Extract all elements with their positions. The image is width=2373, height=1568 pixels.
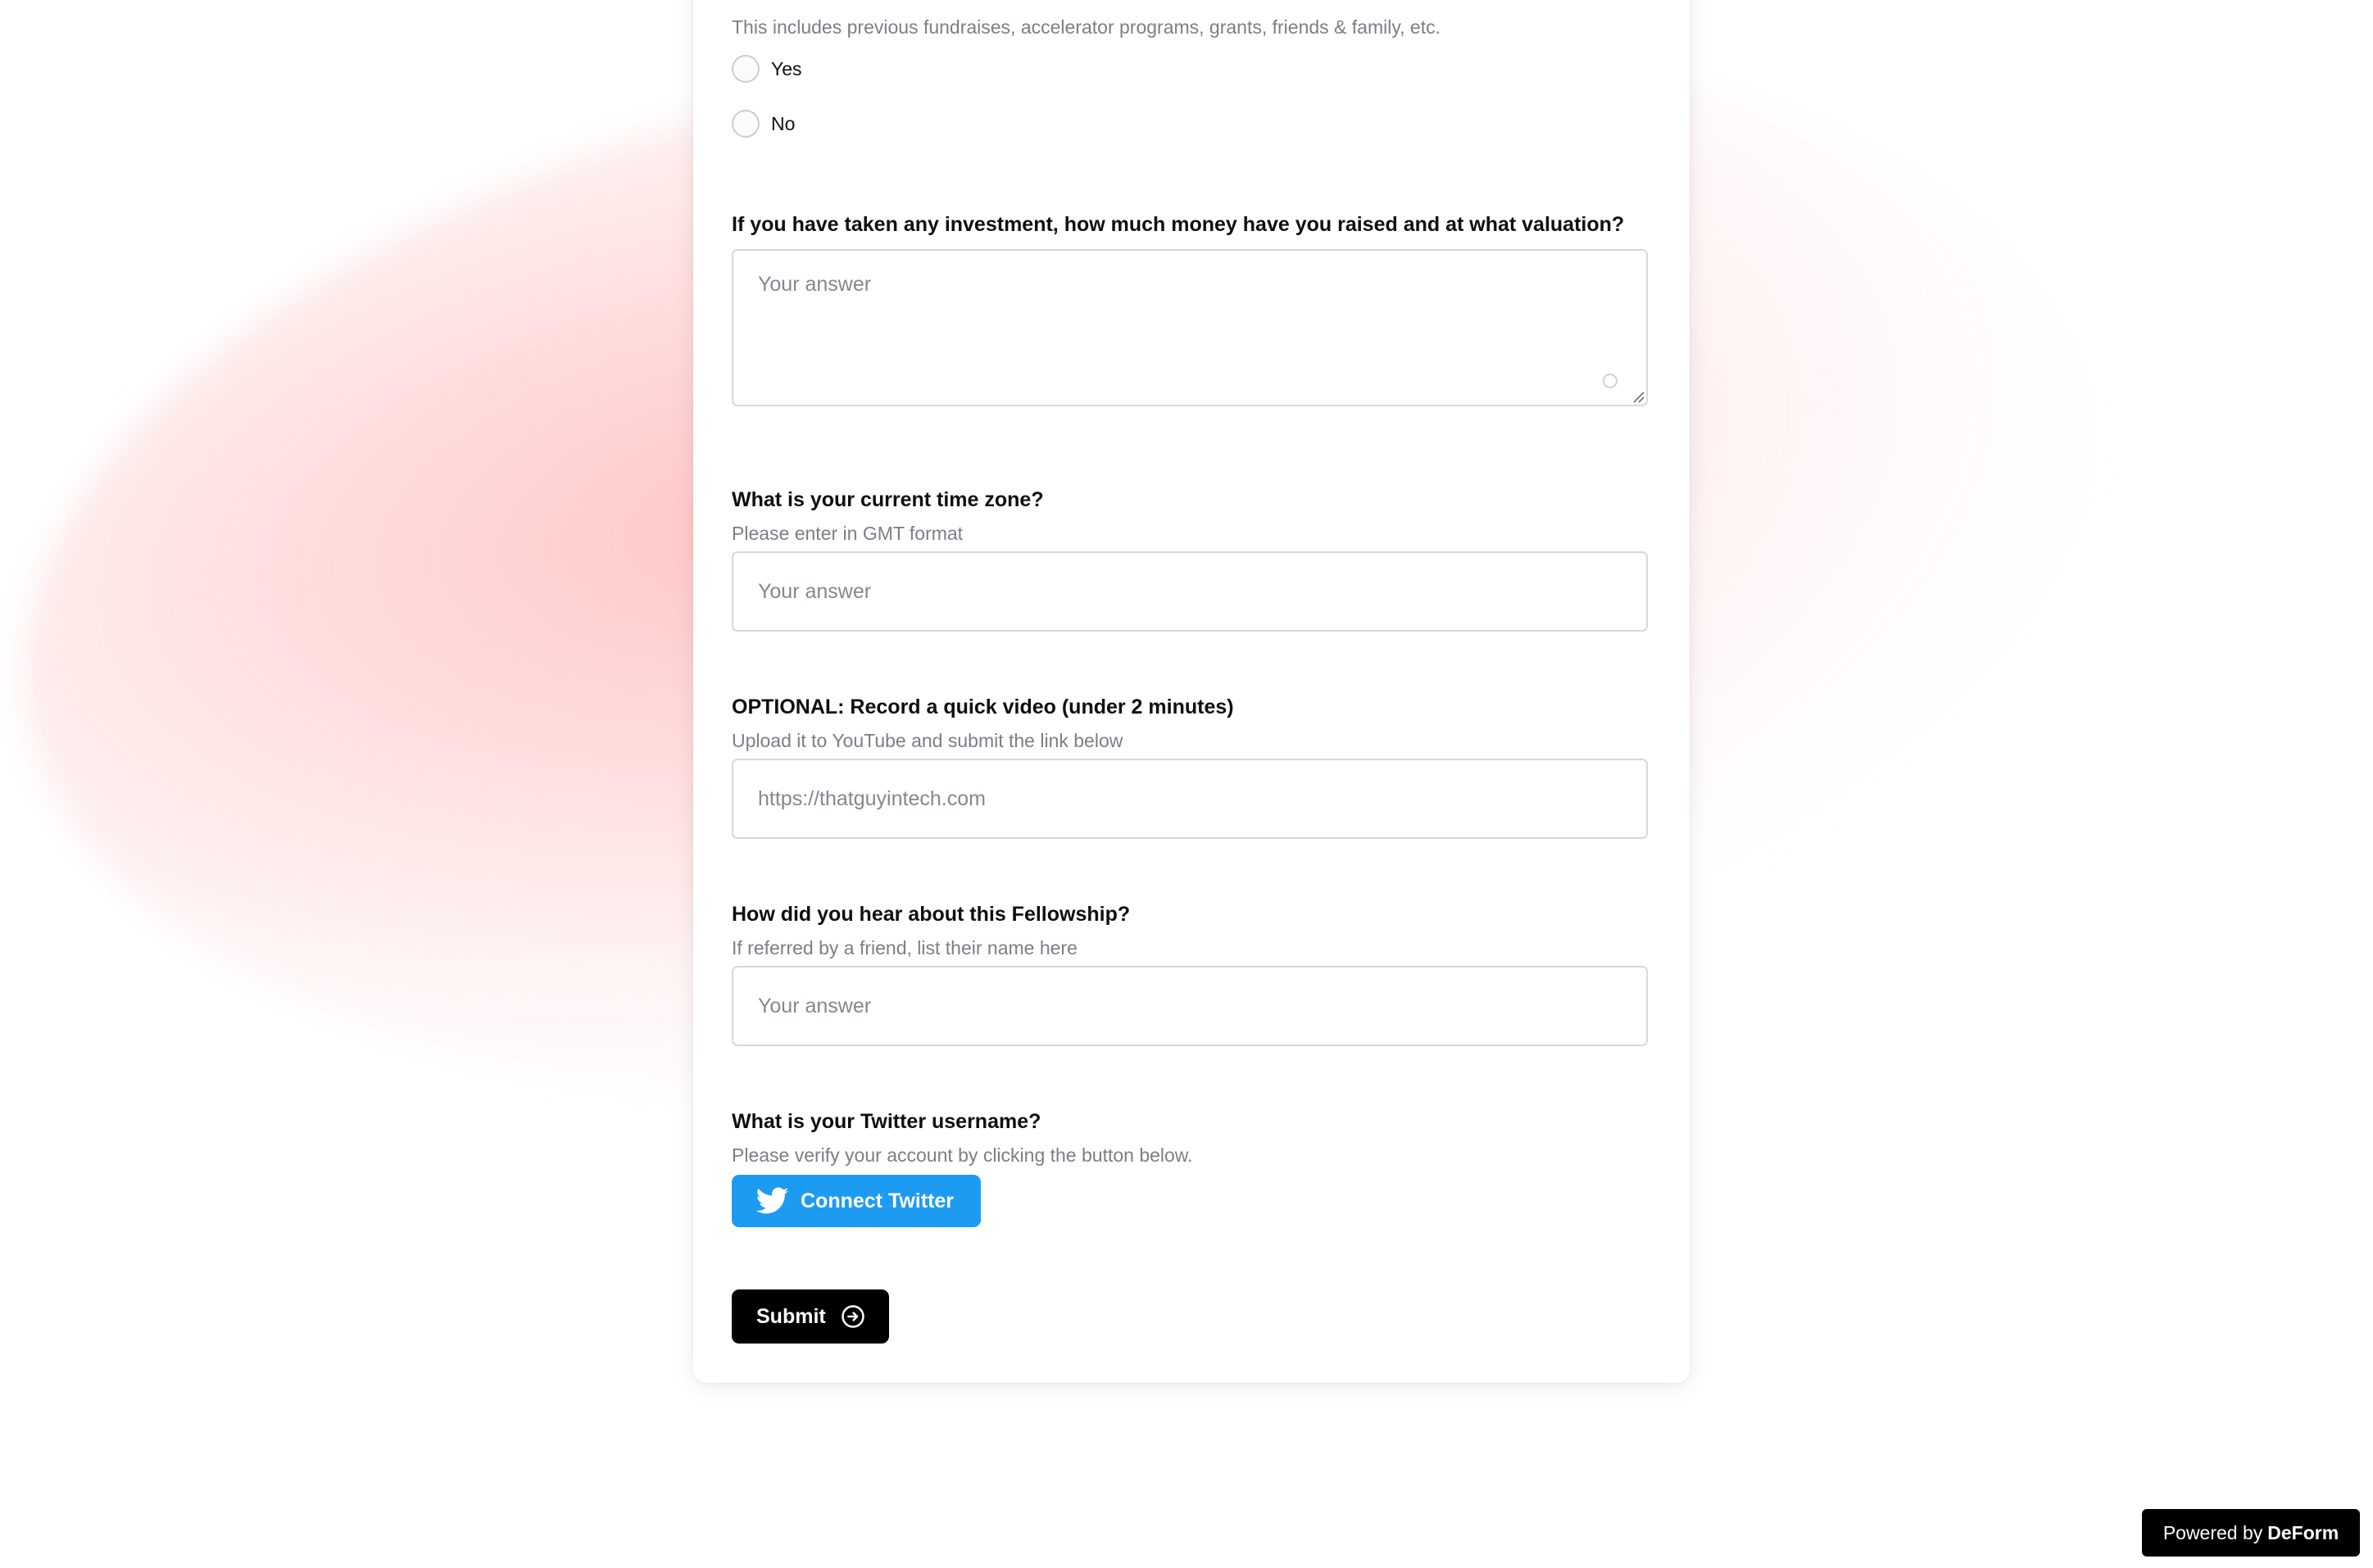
referral-help-text: If referred by a friend, list their name… — [732, 937, 1078, 958]
connect-twitter-label: Connect Twitter — [801, 1189, 955, 1212]
investment-help-text: This includes previous fundraises, accel… — [732, 16, 1441, 38]
radio-button[interactable] — [732, 110, 760, 138]
twitter-help-text: Please verify your account by clicking t… — [732, 1144, 1193, 1166]
powered-by-badge[interactable]: Powered by DeForm — [2142, 1509, 2360, 1557]
referral-input[interactable] — [732, 966, 1648, 1046]
timezone-help-text: Please enter in GMT format — [732, 523, 964, 544]
raised-question-title: If you have taken any investment, how mu… — [732, 213, 1625, 236]
twitter-bird-icon — [756, 1187, 789, 1214]
connect-twitter-button[interactable]: Connect Twitter — [732, 1175, 981, 1227]
brand-name: DeForm — [2267, 1521, 2339, 1543]
arrow-right-circle-icon — [841, 1305, 864, 1328]
submit-label: Submit — [756, 1304, 826, 1328]
option-label: Yes — [771, 57, 802, 79]
raised-answer-textarea[interactable] — [732, 249, 1648, 406]
submit-button[interactable]: Submit — [732, 1289, 889, 1344]
timezone-input[interactable] — [732, 551, 1648, 632]
radio-button[interactable] — [732, 55, 760, 83]
timezone-question-title: What is your current time zone? — [732, 488, 1044, 511]
referral-question-title: How did you hear about this Fellowship? — [732, 903, 1131, 926]
investment-option-yes[interactable]: Yes — [732, 55, 802, 83]
resize-handle-icon[interactable] — [1631, 390, 1645, 403]
grammar-check-icon — [1603, 374, 1618, 388]
video-link-input[interactable] — [732, 759, 1648, 839]
option-label: No — [771, 112, 796, 134]
powered-by-text: Powered by — [2162, 1521, 2263, 1543]
twitter-question-title: What is your Twitter username? — [732, 1110, 1041, 1133]
video-help-text: Upload it to YouTube and submit the link… — [732, 730, 1123, 751]
investment-option-no[interactable]: No — [732, 110, 795, 138]
video-question-title: OPTIONAL: Record a quick video (under 2 … — [732, 696, 1234, 718]
